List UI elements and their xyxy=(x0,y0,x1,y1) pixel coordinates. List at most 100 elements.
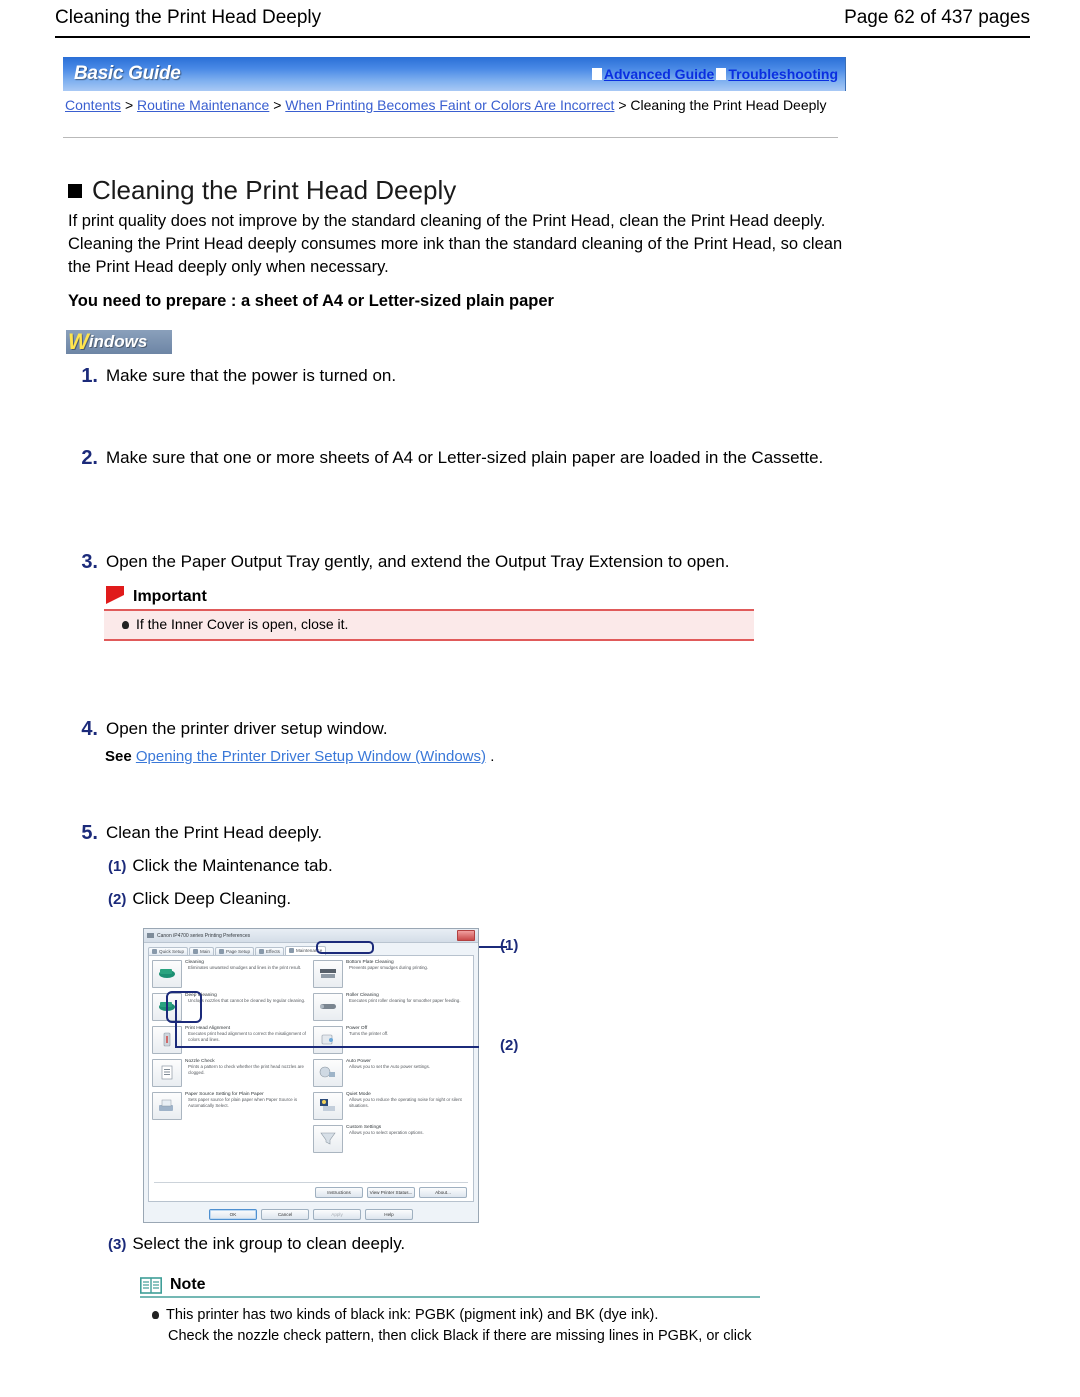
windows-os-badge: W indows xyxy=(66,330,172,354)
breadcrumb-item-routine-maintenance[interactable]: Routine Maintenance xyxy=(137,97,269,113)
feature-auto-power-desc: Allows you to set the Auto power setting… xyxy=(349,1064,431,1069)
step-5: 5. Clean the Print Head deeply. xyxy=(64,821,864,845)
tab-page-setup-label: Page Setup xyxy=(226,949,251,954)
substep-3-text: Select the ink group to clean deeply. xyxy=(132,1234,406,1253)
substep-1-marker: (1) xyxy=(108,858,127,875)
step-1-number: 1. xyxy=(81,365,98,387)
about-button[interactable]: About... xyxy=(419,1187,467,1198)
note-body: This printer has two kinds of black ink:… xyxy=(140,1298,760,1347)
step-4-number: 4. xyxy=(81,718,98,740)
feature-auto-power[interactable]: Auto Power Allows you to set the Auto po… xyxy=(313,1059,470,1088)
note-line-1: This printer has two kinds of black ink:… xyxy=(166,1307,659,1323)
feature-custom-settings[interactable]: Custom Settings Allows you to select ope… xyxy=(313,1125,470,1154)
substep-3: (3) Select the ink group to clean deeply… xyxy=(108,1234,405,1254)
feature-paper-source-setting[interactable]: Paper Source Setting for Plain Paper Set… xyxy=(152,1092,309,1121)
feature-deep-cleaning-desc: Unclogs nozzles that cannot be cleaned b… xyxy=(188,998,306,1003)
important-title: Important xyxy=(133,588,207,605)
printer-icon xyxy=(147,933,154,938)
breadcrumb-item-when-printing-faint[interactable]: When Printing Becomes Faint or Colors Ar… xyxy=(285,97,614,113)
tab-main[interactable]: Main xyxy=(189,947,214,955)
feature-cleaning-desc: Eliminates unwanted smudges and lines in… xyxy=(188,965,302,970)
main-icon xyxy=(193,949,199,954)
step-5-number: 5. xyxy=(81,822,98,844)
power-off-icon xyxy=(313,1026,343,1054)
warning-flag-icon xyxy=(106,586,124,604)
page-header: Cleaning the Print Head Deeply Page 62 o… xyxy=(55,0,1030,36)
note-header: Note xyxy=(140,1276,760,1294)
cancel-button[interactable]: Cancel xyxy=(261,1209,309,1220)
feature-print-head-alignment-desc: Executes print head alignment to correct… xyxy=(188,1031,306,1042)
section-heading: Cleaning the Print Head Deeply xyxy=(68,175,456,206)
help-button[interactable]: Help xyxy=(365,1209,413,1220)
feature-custom-settings-text: Custom Settings Allows you to select ope… xyxy=(346,1125,470,1136)
tab-effects[interactable]: Effects xyxy=(255,947,284,955)
step-1-text: Make sure that the power is turned on. xyxy=(106,366,397,385)
roller-cleaning-icon xyxy=(313,993,343,1021)
ok-button[interactable]: OK xyxy=(209,1209,257,1220)
feature-roller-cleaning-text: Roller Cleaning Executes print roller cl… xyxy=(346,993,470,1004)
breadcrumb-item-contents[interactable]: Contents xyxy=(65,97,121,113)
feature-roller-cleaning[interactable]: Roller Cleaning Executes print roller cl… xyxy=(313,993,470,1022)
tab-effects-label: Effects xyxy=(266,949,280,954)
feature-deep-cleaning-text: Deep Cleaning Unclogs nozzles that canno… xyxy=(185,993,309,1004)
callout-2-leader-vertical xyxy=(175,1000,177,1048)
step-2-text: Make sure that one or more sheets of A4 … xyxy=(106,448,824,467)
feature-nozzle-check-desc: Prints a pattern to check whether the pr… xyxy=(188,1064,304,1075)
feature-auto-power-text: Auto Power Allows you to set the Auto po… xyxy=(346,1059,470,1070)
view-printer-status-button[interactable]: View Printer Status... xyxy=(367,1187,415,1198)
instructions-button[interactable]: Instructions xyxy=(315,1187,363,1198)
custom-settings-icon xyxy=(313,1125,343,1153)
advanced-guide-label: Advanced Guide xyxy=(603,66,715,82)
tab-main-label: Main xyxy=(200,949,210,954)
see-label: See xyxy=(105,748,132,765)
see-reference-line: See Opening the Printer Driver Setup Win… xyxy=(105,748,494,765)
important-item-0: If the Inner Cover is open, close it. xyxy=(136,616,349,632)
feature-bottom-plate-cleaning-text: Bottom Plate Cleaning Prevents paper smu… xyxy=(346,960,470,971)
effects-icon xyxy=(259,949,265,954)
substep-3-marker: (3) xyxy=(108,1236,127,1253)
feature-bottom-plate-cleaning[interactable]: Bottom Plate Cleaning Prevents paper smu… xyxy=(313,960,470,989)
feature-power-off-text: Power Off Turns the printer off. xyxy=(346,1026,470,1037)
cleaning-icon xyxy=(152,960,182,988)
step-2-number: 2. xyxy=(81,447,98,469)
step-3-text: Open the Paper Output Tray gently, and e… xyxy=(106,552,730,571)
maintenance-icon xyxy=(288,948,294,953)
breadcrumb-separator: > xyxy=(618,97,627,113)
bottom-plate-cleaning-icon xyxy=(313,960,343,988)
quick-setup-icon xyxy=(152,949,157,954)
breadcrumb-separator: > xyxy=(273,97,282,113)
highlight-maintenance-tab xyxy=(316,941,374,954)
bullet-icon xyxy=(152,1311,159,1319)
dialog-title-bar: Canon iP4700 series Printing Preferences xyxy=(144,929,478,943)
advanced-guide-link[interactable]: Advanced Guide xyxy=(591,66,715,82)
dialog-title: Canon iP4700 series Printing Preferences xyxy=(147,933,250,939)
feature-custom-settings-desc: Allows you to select operation options. xyxy=(349,1130,424,1135)
square-marker-icon xyxy=(68,183,82,198)
step-3: 3. Open the Paper Output Tray gently, an… xyxy=(64,550,884,574)
feature-power-off-desc: Turns the printer off. xyxy=(349,1031,389,1036)
step-4: 4. Open the printer driver setup window. xyxy=(64,717,864,741)
tab-quick-setup[interactable]: Quick Setup xyxy=(148,947,189,955)
feature-quiet-mode[interactable]: Quiet Mode Allows you to reduce the oper… xyxy=(313,1092,470,1121)
substep-2: (2) Click Deep Cleaning. xyxy=(108,889,291,909)
see-reference-link[interactable]: Opening the Printer Driver Setup Window … xyxy=(136,748,486,765)
tab-page-setup[interactable]: Page Setup xyxy=(215,947,255,955)
important-body: If the Inner Cover is open, close it. xyxy=(104,609,754,641)
basic-guide-brand: Basic Guide xyxy=(74,63,181,84)
feature-nozzle-check[interactable]: Nozzle Check Prints a pattern to check w… xyxy=(152,1059,309,1088)
print-head-alignment-icon xyxy=(152,1026,182,1054)
feature-paper-source-setting-desc: Sets paper source for plain paper when P… xyxy=(188,1097,298,1108)
feature-columns: Cleaning Eliminates unwanted smudges and… xyxy=(152,960,470,1158)
section-heading-label: Cleaning the Print Head Deeply xyxy=(92,175,457,205)
breadcrumb-item-current: Cleaning the Print Head Deeply xyxy=(630,97,827,113)
feature-cleaning[interactable]: Cleaning Eliminates unwanted smudges and… xyxy=(152,960,309,989)
feature-nozzle-check-text: Nozzle Check Prints a pattern to check w… xyxy=(185,1059,309,1075)
feature-print-head-alignment-text: Print Head Alignment Executes print head… xyxy=(185,1026,309,1042)
header-divider xyxy=(55,36,1030,38)
intro-paragraph: If print quality does not improve by the… xyxy=(68,212,843,276)
open-book-icon xyxy=(140,1276,162,1294)
bullet-icon xyxy=(122,621,129,629)
feature-power-off[interactable]: Power Off Turns the printer off. xyxy=(313,1026,470,1055)
troubleshooting-link[interactable]: Troubleshooting xyxy=(716,66,838,82)
close-icon[interactable] xyxy=(457,930,475,941)
